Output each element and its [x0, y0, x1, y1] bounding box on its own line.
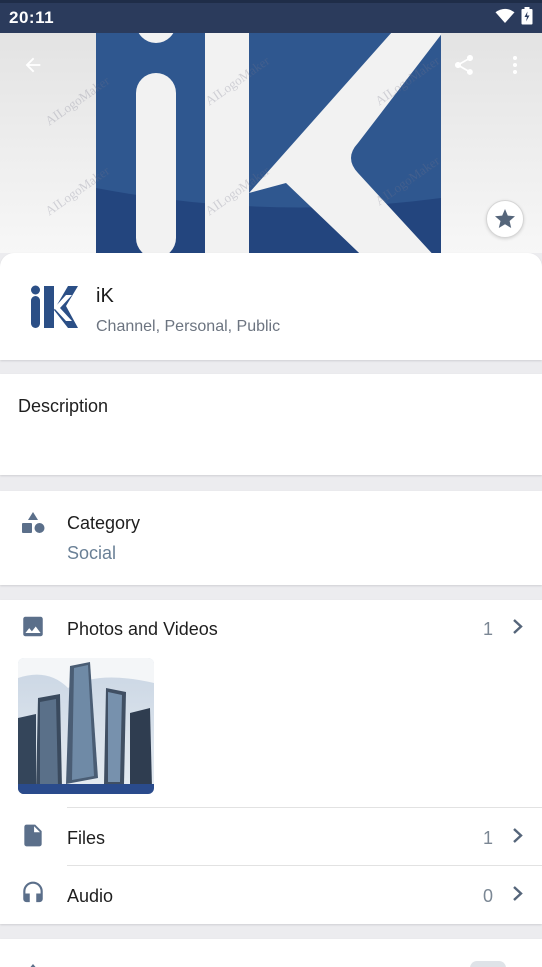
- share-button[interactable]: [444, 45, 484, 85]
- description-card: Description: [0, 374, 542, 475]
- toggle-switch[interactable]: [470, 961, 506, 967]
- audio-label: Audio: [67, 885, 114, 906]
- chevron-right-icon: [512, 828, 524, 849]
- category-label: Category: [67, 513, 141, 533]
- next-settings-card: [0, 939, 542, 967]
- photos-videos-row[interactable]: Photos and Videos 1: [0, 600, 542, 658]
- description-label: Description: [18, 396, 109, 416]
- audio-count: 0: [482, 885, 493, 906]
- status-bar: 20:11: [0, 0, 542, 33]
- files-label: Files: [67, 827, 106, 848]
- image-icon: [20, 614, 46, 645]
- shapes-icon: [20, 510, 46, 541]
- chevron-right-icon: [512, 619, 524, 640]
- shared-media-card: Photos and Videos 1 Files 1 Audio 0: [0, 600, 542, 924]
- bell-icon: [22, 961, 44, 967]
- channel-avatar: [26, 280, 80, 334]
- channel-header-banner: AILogoMaker AILogoMaker AILogoMaker AILo…: [0, 33, 542, 253]
- category-value[interactable]: Social: [67, 543, 116, 564]
- back-arrow-icon: [25, 57, 41, 73]
- battery-icon: [521, 6, 533, 30]
- files-row[interactable]: Files 1: [0, 809, 542, 867]
- media-thumbnail[interactable]: [18, 658, 154, 794]
- file-icon: [20, 823, 46, 854]
- favorite-button[interactable]: [486, 200, 524, 238]
- chevron-right-icon: [512, 886, 524, 907]
- share-icon: [455, 55, 473, 75]
- headphones-icon: [20, 881, 46, 912]
- row-divider: [67, 865, 542, 866]
- audio-row[interactable]: Audio 0: [0, 867, 542, 925]
- back-button[interactable]: [13, 45, 53, 85]
- files-count: 1: [482, 827, 493, 848]
- status-time: 20:11: [9, 8, 55, 27]
- channel-info-screen: 20:11 AILogoMaker AILogoMaker AILogoMake…: [0, 0, 542, 967]
- channel-info-card: [0, 253, 542, 360]
- more-vert-icon: [513, 56, 517, 74]
- photos-videos-count: 1: [482, 618, 493, 639]
- channel-meta: Channel, Personal, Public: [96, 318, 281, 335]
- photos-videos-label: Photos and Videos: [67, 618, 218, 639]
- channel-name: iK: [96, 285, 114, 307]
- star-icon: [495, 209, 515, 228]
- wifi-icon: [495, 8, 515, 29]
- category-card: Category Social: [0, 491, 542, 585]
- row-divider: [67, 807, 542, 808]
- more-options-button[interactable]: [495, 45, 535, 85]
